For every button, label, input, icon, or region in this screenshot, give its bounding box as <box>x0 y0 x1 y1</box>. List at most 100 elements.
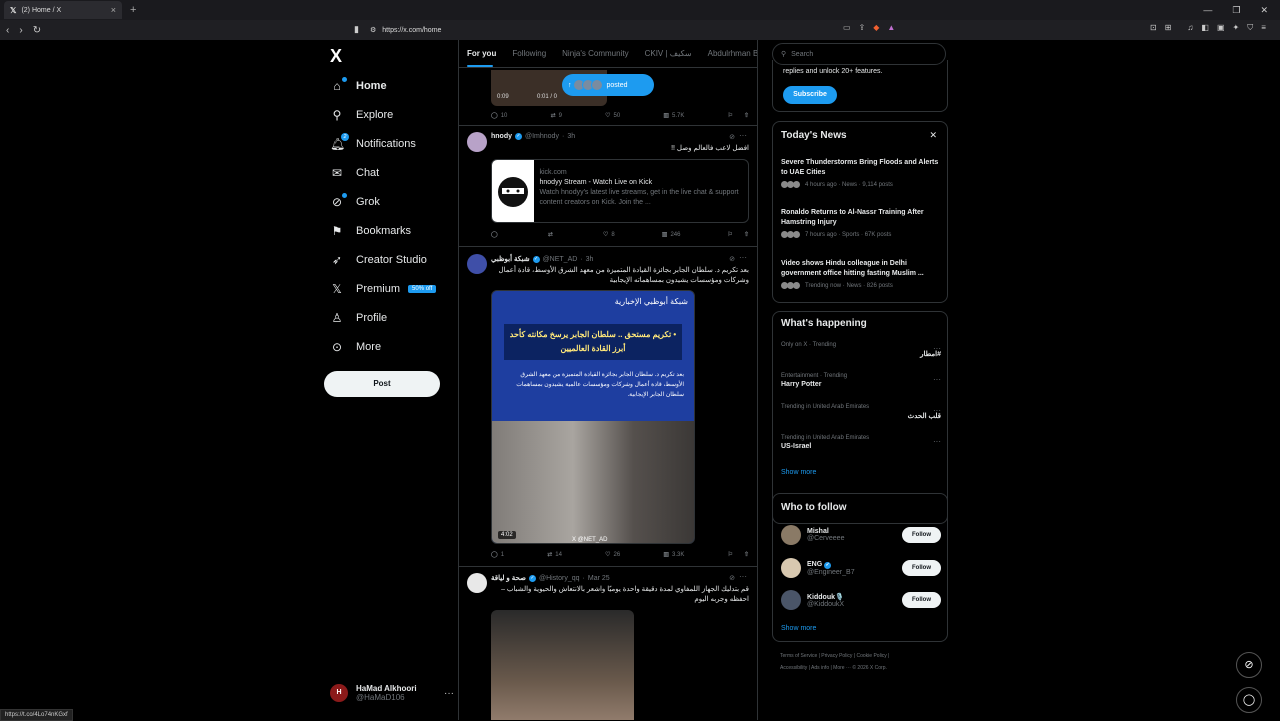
like-button[interactable]: ♡ 8 <box>603 231 615 239</box>
more-icon[interactable]: ··· <box>933 406 941 415</box>
wallet-icon[interactable]: ▣ <box>1217 23 1225 33</box>
close-icon[interactable]: ✕ <box>929 130 937 141</box>
show-more-link[interactable]: Show more <box>781 469 816 476</box>
maximize-icon[interactable]: ❐ <box>1232 5 1240 16</box>
share-icon[interactable]: ⇧ <box>744 112 749 119</box>
author-handle[interactable]: @History_qq <box>539 575 580 582</box>
footer-line[interactable]: Terms of Service | Privacy Policy | Cook… <box>780 650 950 662</box>
nav-notifications[interactable]: 🔔︎ 2 Notifications <box>330 133 416 154</box>
address-bar[interactable]: ⚙ https://x.com/home <box>370 22 910 38</box>
trend-item[interactable]: Trending in United Arab Emirates قلب الح… <box>781 404 941 420</box>
minimize-icon[interactable]: — <box>1203 5 1212 16</box>
music-icon[interactable]: ♫ <box>1187 23 1193 33</box>
tweet[interactable]: شبكة أبوظبي ✓ @NET_AD · 3h ⊘ ··· بعد تكر… <box>459 247 757 567</box>
more-icon[interactable]: ··· <box>739 253 747 262</box>
follow-button[interactable]: Follow <box>902 527 941 543</box>
author-name[interactable]: صحة و لياقة <box>491 574 526 582</box>
tweet-time[interactable]: 3h <box>567 133 575 140</box>
rewards-icon[interactable]: ▲ <box>887 23 895 32</box>
browser-tab[interactable]: 𝕏 (2) Home / X × <box>4 1 122 19</box>
x-logo-icon[interactable]: X <box>330 46 342 67</box>
follow-suggestion[interactable]: Mishal @Cerveeee Follow <box>781 523 941 547</box>
forward-icon[interactable]: › <box>19 25 22 36</box>
nav-explore[interactable]: ⚲ Explore <box>330 105 394 125</box>
tweet-time[interactable]: Mar 25 <box>588 575 610 582</box>
avatar[interactable] <box>467 132 487 152</box>
repost-button[interactable]: ⇄ 14 <box>547 551 562 559</box>
link-card[interactable]: kick.com hnodyy Stream - Watch Live on K… <box>491 159 749 223</box>
reload-icon[interactable]: ↻ <box>33 25 41 36</box>
more-icon[interactable]: ··· <box>739 572 747 581</box>
share-icon[interactable]: ⇧ <box>744 231 749 238</box>
tweet-media[interactable] <box>491 610 634 720</box>
more-icon[interactable]: ··· <box>933 437 941 446</box>
grok-icon[interactable]: ⊘ <box>729 133 735 141</box>
more-icon[interactable]: ··· <box>933 375 941 384</box>
bookmark-button[interactable]: ⚐ ⇧ <box>728 551 749 558</box>
reply-button[interactable]: ◯ 10 <box>491 112 507 120</box>
like-button[interactable]: ♡ 26 <box>605 551 620 559</box>
site-info-icon[interactable]: ⚙ <box>370 26 376 34</box>
back-icon[interactable]: ‹ <box>6 25 9 36</box>
share-icon[interactable]: ⇪ <box>859 23 866 32</box>
trend-item[interactable]: Only on X · Trending #امطار ··· <box>781 342 941 358</box>
share-icon[interactable]: ⇧ <box>744 551 749 558</box>
leo-icon[interactable]: ✦ <box>1233 23 1240 33</box>
nav-creator-studio[interactable]: ➶ Creator Studio <box>330 250 427 270</box>
extension-icon[interactable]: ⊡ <box>1150 23 1157 33</box>
news-item[interactable]: Ronaldo Returns to Al-Nassr Training Aft… <box>781 208 941 238</box>
post-button[interactable]: Post <box>324 371 440 397</box>
tab-abdulrhman[interactable]: Abdulrhman Bin <box>700 40 757 67</box>
nav-more[interactable]: ⊙ More <box>330 337 381 357</box>
bookmark-button[interactable]: ⚐ ⇧ <box>728 112 749 119</box>
views-button[interactable]: ▥ 246 <box>662 231 681 239</box>
repost-button[interactable]: ⇄ <box>548 231 556 238</box>
news-item[interactable]: Video shows Hindu colleague in Delhi gov… <box>781 259 941 289</box>
shield-icon[interactable]: ◆ <box>873 23 879 32</box>
menu-icon[interactable]: ≡ <box>1261 23 1266 33</box>
cast-icon[interactable]: ▭ <box>843 23 851 32</box>
nav-chat[interactable]: ✉ Chat <box>330 163 379 183</box>
follow-button[interactable]: Follow <box>902 592 941 608</box>
follow-suggestion[interactable]: Kiddouk🎙️ @KiddoukX Follow <box>781 588 941 612</box>
tweet-time[interactable]: 3h <box>586 256 594 263</box>
tab-following[interactable]: Following <box>504 40 554 67</box>
nav-bookmarks[interactable]: ⚑ Bookmarks <box>330 221 411 241</box>
tweet[interactable]: hnody ✓ @Imhnody · 3h ⊘ ··· افضل لاعب فا… <box>459 126 757 247</box>
bookmark-button[interactable]: ⚐ ⇧ <box>728 231 749 238</box>
views-button[interactable]: ▥ 3.3K <box>663 551 684 559</box>
grok-fab-icon[interactable]: ⊘ <box>1236 652 1262 678</box>
timeline[interactable]: For you Following Ninja's Community CKIV… <box>458 40 758 720</box>
grok-icon[interactable]: ⊘ <box>729 255 735 263</box>
more-icon[interactable]: ··· <box>933 344 941 353</box>
close-tab-icon[interactable]: × <box>111 5 116 15</box>
trend-item[interactable]: Trending in United Arab Emirates US-Isra… <box>781 435 941 450</box>
tab-ckiv[interactable]: CKIV | سكيف <box>637 40 700 67</box>
nav-grok[interactable]: ⊘ Grok <box>330 192 380 212</box>
news-item[interactable]: Severe Thunderstorms Bring Floods and Al… <box>781 158 941 188</box>
sidebar-icon[interactable]: ◧ <box>1201 23 1209 33</box>
tab-for-you[interactable]: For you <box>459 40 504 67</box>
show-more-link[interactable]: Show more <box>781 625 816 632</box>
author-handle[interactable]: @NET_AD <box>543 256 578 263</box>
bookmark-page-icon[interactable]: ▮ <box>354 24 359 35</box>
reply-button[interactable]: ◯ 1 <box>491 551 504 559</box>
tweet[interactable]: صحة و لياقة ✓ @History_qq · Mar 25 ⊘ ···… <box>459 567 757 720</box>
repost-button[interactable]: ⇄ 9 <box>551 112 562 120</box>
more-icon[interactable]: ··· <box>444 688 454 699</box>
follow-button[interactable]: Follow <box>902 560 941 576</box>
author-handle[interactable]: @Imhnody <box>525 133 559 140</box>
subscribe-button[interactable]: Subscribe <box>783 86 837 104</box>
views-button[interactable]: ▥ 5.7K <box>663 112 684 120</box>
avatar[interactable] <box>467 254 487 274</box>
tweet-media[interactable]: شبكة أبوظبي الإخبارية • تكريم مستحق .. س… <box>491 290 695 544</box>
grok-icon[interactable]: ⊘ <box>729 574 735 582</box>
new-tab-icon[interactable]: + <box>130 4 136 16</box>
nav-profile[interactable]: ♙ Profile <box>330 308 388 328</box>
reply-button[interactable]: ◯ <box>491 231 501 238</box>
like-button[interactable]: ♡ 50 <box>605 112 620 120</box>
nav-home[interactable]: ⌂ Home <box>330 76 387 96</box>
tab-ninjas-community[interactable]: Ninja's Community <box>554 40 636 67</box>
extension-icon[interactable]: ⊞ <box>1165 23 1172 33</box>
trend-item[interactable]: Entertainment · Trending Harry Potter ··… <box>781 373 941 388</box>
